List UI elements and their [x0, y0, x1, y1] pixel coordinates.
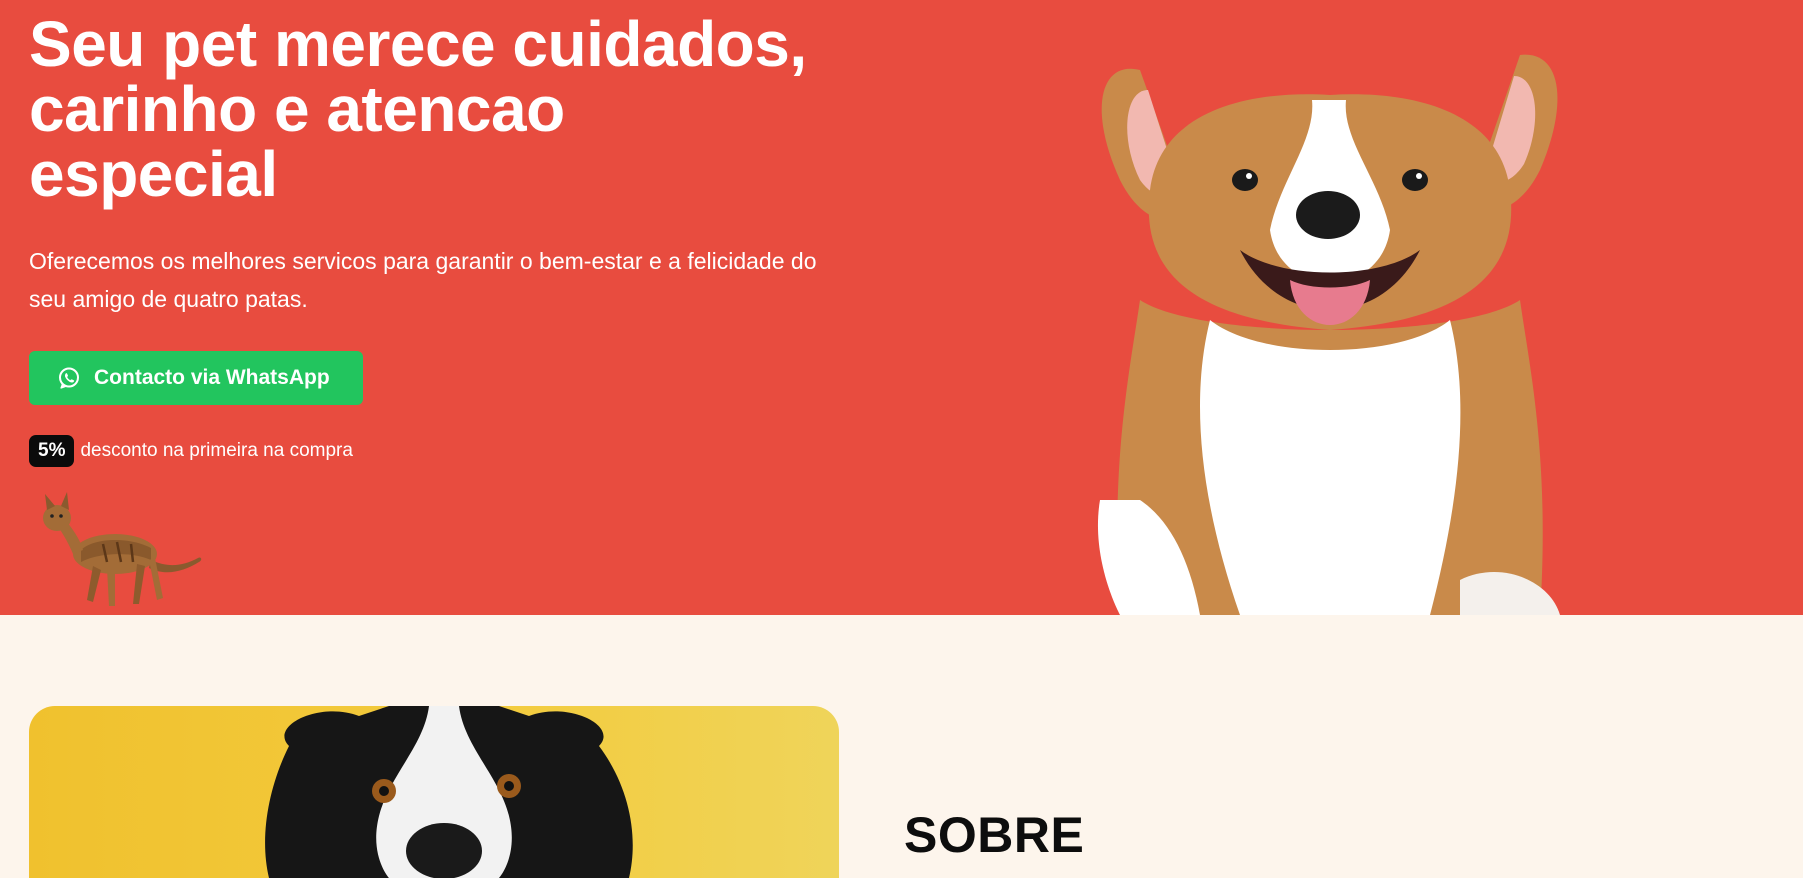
hero-subtitle: Oferecemos os melhores servicos para gar…	[29, 248, 817, 312]
about-dog-image	[29, 706, 839, 878]
border-collie-image	[265, 706, 633, 878]
whatsapp-contact-button[interactable]: Contacto via WhatsApp	[29, 351, 363, 405]
hero-title-line: especial	[29, 138, 278, 210]
hero-title-line: Seu pet merece cuidados,	[29, 8, 807, 80]
discount-badge: 5%	[29, 435, 75, 467]
about-title: SOBRE	[904, 807, 1085, 863]
discount-text: desconto na primeira na compra	[80, 440, 353, 461]
cat-image	[43, 492, 202, 606]
discount-info: 5% desconto na primeira na compra	[29, 435, 353, 467]
hero-title-line: carinho e atencao	[29, 73, 565, 145]
whatsapp-contact-label: Contacto via WhatsApp	[94, 366, 330, 389]
whatsapp-icon	[59, 367, 79, 389]
hero-section: Seu pet merece cuidados, carinho e atenc…	[0, 0, 1803, 615]
hero-title: Seu pet merece cuidados, carinho e atenc…	[29, 12, 869, 207]
corgi-dog-image	[1097, 54, 1560, 615]
